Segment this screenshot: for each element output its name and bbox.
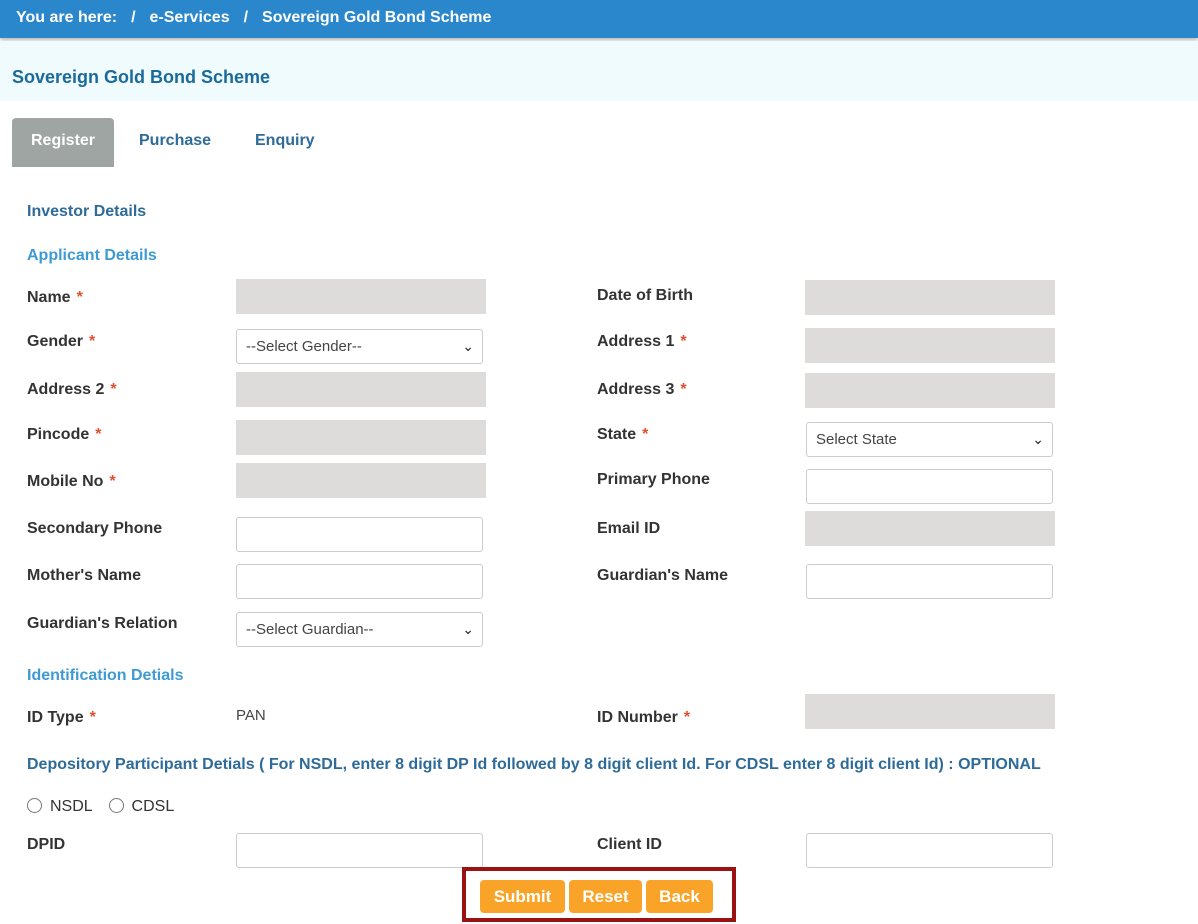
- applicant-details-heading: Applicant Details: [27, 247, 157, 264]
- guardian-relation-label: Guardian's Relation: [27, 615, 178, 632]
- nsdl-radio[interactable]: NSDL: [27, 798, 92, 815]
- email-label: Email ID: [597, 520, 661, 537]
- address3-field[interactable]: [805, 373, 1055, 408]
- identification-heading: Identification Detials: [27, 667, 184, 684]
- name-field[interactable]: [236, 279, 486, 314]
- mobile-label: Mobile No *: [27, 473, 116, 490]
- mobile-field[interactable]: [236, 463, 486, 498]
- id-number-field[interactable]: [805, 694, 1055, 729]
- tab-register[interactable]: Register: [12, 118, 115, 167]
- page-title: Sovereign Gold Bond Scheme: [0, 41, 1198, 101]
- dob-label: Date of Birth: [597, 287, 693, 304]
- address2-label: Address 2 *: [27, 381, 117, 398]
- breadcrumb: You are here: / e-Services / Sovereign Gold …: [0, 0, 1198, 38]
- client-id-input[interactable]: [806, 833, 1053, 868]
- guardian-name-input[interactable]: [806, 564, 1053, 599]
- address3-label: Address 3 *: [597, 381, 687, 398]
- email-field[interactable]: [805, 511, 1055, 546]
- name-label: Name *: [27, 289, 83, 306]
- guardian-relation-select[interactable]: --Select Guardian-- ⌄: [236, 612, 483, 647]
- tab-purchase[interactable]: Purchase: [139, 118, 211, 167]
- breadcrumb-sep: /: [243, 9, 249, 26]
- address1-field[interactable]: [805, 328, 1055, 363]
- address2-field[interactable]: [236, 372, 486, 407]
- gender-label: Gender *: [27, 333, 96, 350]
- secondary-phone-label: Secondary Phone: [27, 520, 163, 537]
- dpid-label: DPID: [27, 836, 66, 853]
- reset-button[interactable]: Reset: [569, 880, 642, 913]
- id-number-label: ID Number *: [597, 709, 691, 726]
- investor-details-heading: Investor Details: [27, 203, 147, 220]
- breadcrumb-sep: /: [131, 9, 136, 26]
- dob-field[interactable]: [805, 280, 1055, 315]
- primary-phone-input[interactable]: [806, 469, 1053, 504]
- depository-heading: Depository Participant Detials ( For NSD…: [27, 756, 1041, 773]
- pincode-label: Pincode *: [27, 426, 102, 443]
- id-type-value: PAN: [236, 707, 266, 724]
- chevron-down-icon: ⌄: [462, 621, 474, 637]
- chevron-down-icon: ⌄: [462, 338, 474, 354]
- gender-select[interactable]: --Select Gender-- ⌄: [236, 329, 483, 364]
- back-button[interactable]: Back: [646, 880, 713, 913]
- primary-phone-label: Primary Phone: [597, 471, 710, 488]
- depository-radio-group: NSDL CDSL: [27, 798, 174, 816]
- pincode-field[interactable]: [236, 420, 486, 455]
- breadcrumb-current: Sovereign Gold Bond Scheme: [262, 9, 492, 26]
- breadcrumb-eservices[interactable]: e-Services: [150, 9, 230, 26]
- dpid-input[interactable]: [236, 833, 483, 868]
- secondary-phone-input[interactable]: [236, 517, 483, 552]
- submit-button[interactable]: Submit: [480, 880, 565, 913]
- cdsl-radio[interactable]: CDSL: [108, 798, 174, 815]
- tab-enquiry[interactable]: Enquiry: [255, 118, 315, 167]
- client-id-label: Client ID: [597, 836, 662, 853]
- state-label: State *: [597, 426, 649, 443]
- id-type-label: ID Type *: [27, 709, 96, 726]
- state-select[interactable]: Select State ⌄: [806, 422, 1053, 457]
- breadcrumb-label: You are here:: [16, 9, 118, 26]
- address1-label: Address 1 *: [597, 333, 687, 350]
- mother-name-label: Mother's Name: [27, 567, 142, 584]
- mother-name-input[interactable]: [236, 564, 483, 599]
- chevron-down-icon: ⌄: [1032, 431, 1044, 447]
- guardian-name-label: Guardian's Name: [597, 567, 728, 584]
